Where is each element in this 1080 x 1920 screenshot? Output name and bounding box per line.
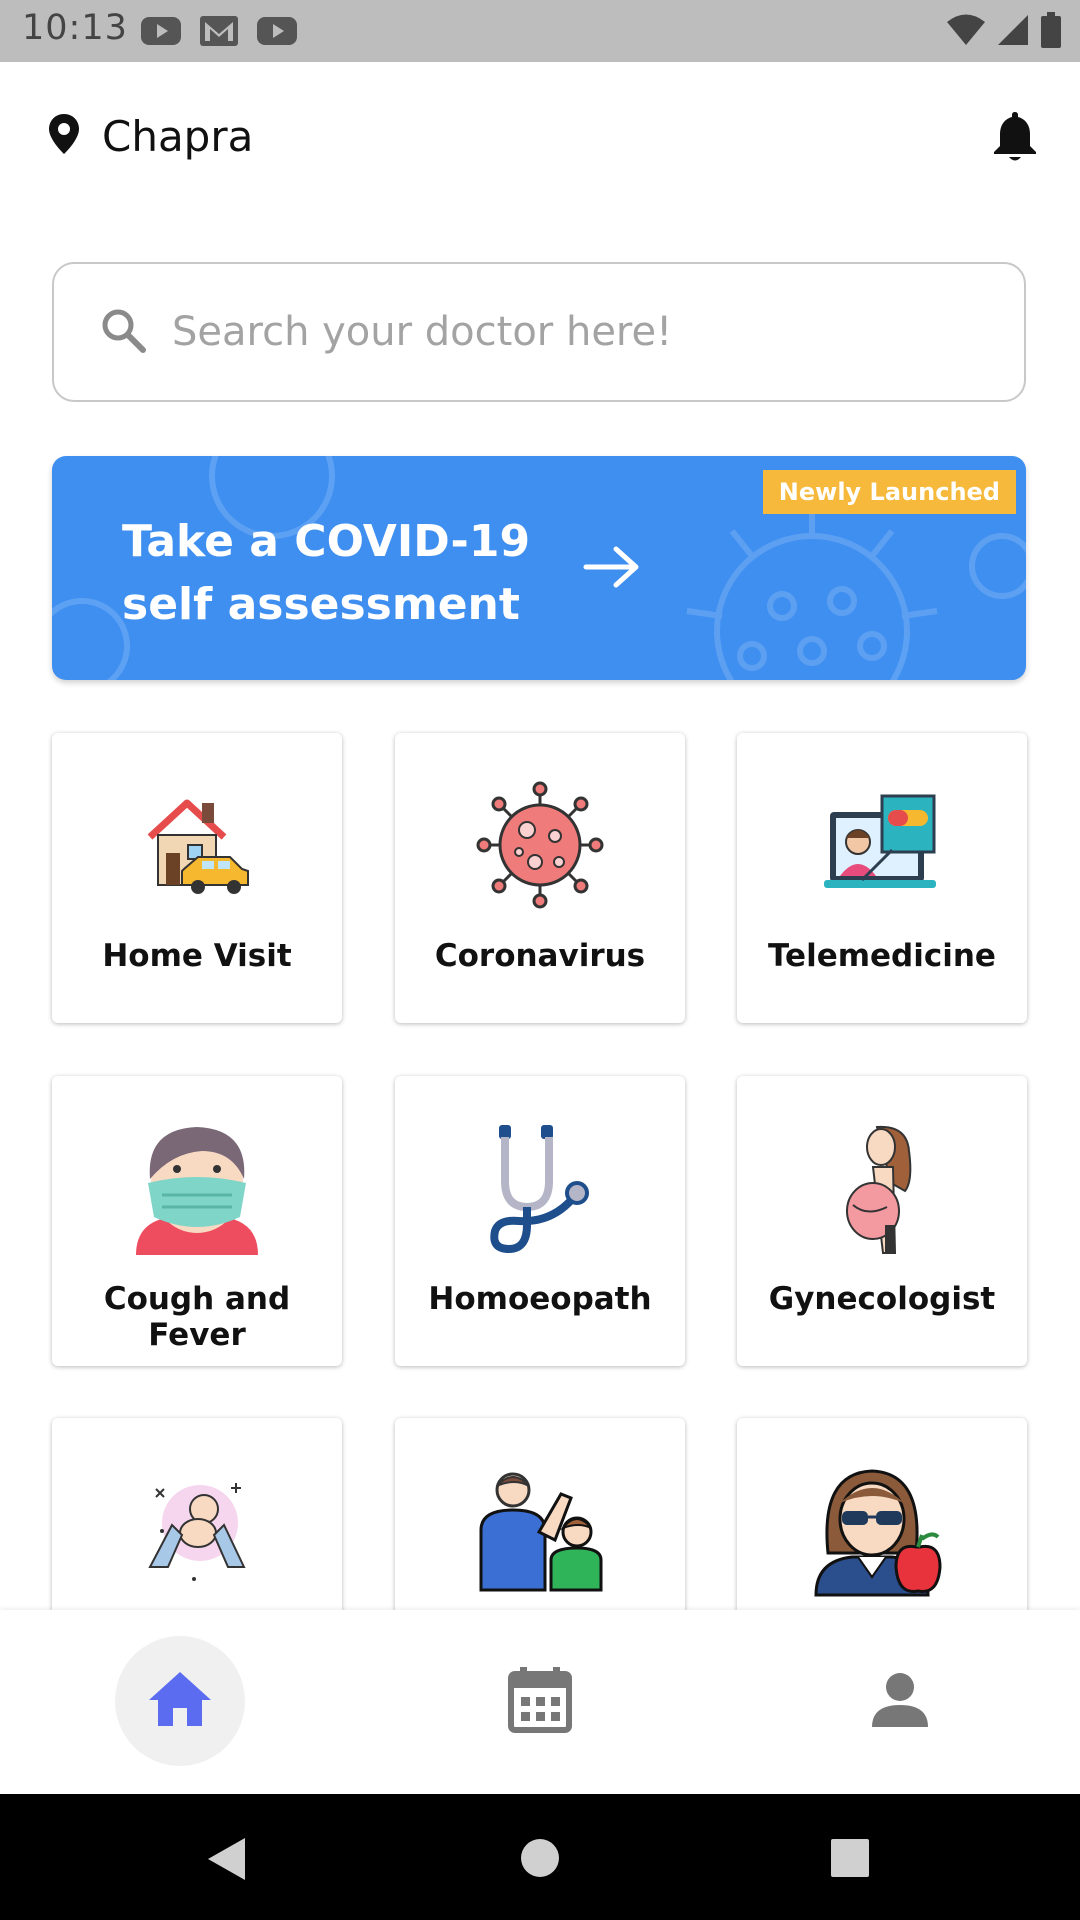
masked-person-icon bbox=[52, 1118, 342, 1258]
category-card-gynecologist[interactable]: Gynecologist bbox=[737, 1076, 1027, 1366]
banner-title-line1: Take a COVID-19 bbox=[122, 516, 531, 567]
category-card-cough-and-fever[interactable]: Cough and Fever bbox=[52, 1076, 342, 1366]
search-input[interactable] bbox=[170, 308, 954, 356]
status-time: 10:13 bbox=[22, 8, 128, 48]
virus-icon bbox=[395, 775, 685, 915]
arrow-right-icon bbox=[582, 542, 642, 597]
bottom-navigation bbox=[0, 1610, 1080, 1794]
map-pin-icon bbox=[48, 113, 80, 160]
back-icon[interactable] bbox=[205, 1836, 247, 1887]
doctor-child-icon bbox=[395, 1460, 685, 1600]
nav-profile[interactable] bbox=[835, 1636, 965, 1766]
search-box[interactable] bbox=[52, 262, 1026, 402]
battery-icon bbox=[1040, 12, 1062, 53]
telemedicine-icon bbox=[737, 775, 1027, 915]
covid-assessment-banner[interactable]: Take a COVID-19 self assessment Newly La… bbox=[52, 456, 1026, 680]
location-selector[interactable]: Chapra bbox=[48, 112, 253, 161]
category-label: Gynecologist bbox=[768, 1281, 996, 1317]
signal-icon bbox=[996, 13, 1030, 52]
banner-title: Take a COVID-19 self assessment bbox=[122, 510, 530, 636]
nav-appointments[interactable] bbox=[475, 1636, 605, 1766]
newly-launched-badge: Newly Launched bbox=[762, 470, 1016, 514]
status-bar: 10:13 bbox=[0, 0, 1080, 62]
youtube-icon bbox=[140, 14, 182, 53]
pregnant-woman-icon bbox=[737, 1118, 1027, 1258]
category-label: Coronavirus bbox=[434, 938, 646, 974]
category-card-coronavirus[interactable]: Coronavirus bbox=[395, 733, 685, 1023]
category-label: Telemedicine bbox=[768, 938, 996, 974]
home-button-icon[interactable] bbox=[520, 1838, 560, 1883]
category-label: Cough and Fever bbox=[103, 1281, 291, 1353]
search-icon bbox=[100, 307, 146, 358]
bell-icon[interactable] bbox=[990, 108, 1040, 169]
youtube-icon bbox=[256, 14, 298, 53]
banner-title-line2: self assessment bbox=[122, 579, 520, 630]
category-label: Homoeopath bbox=[428, 1281, 652, 1317]
home-icon bbox=[147, 1670, 213, 1733]
location-name: Chapra bbox=[102, 112, 254, 161]
wifi-icon bbox=[946, 13, 986, 52]
system-navigation-bar bbox=[0, 1794, 1080, 1920]
stethoscope-icon bbox=[395, 1118, 685, 1258]
category-card-homoeopath[interactable]: Homoeopath bbox=[395, 1076, 685, 1366]
category-card-telemedicine[interactable]: Telemedicine bbox=[737, 733, 1027, 1023]
calendar-icon bbox=[508, 1665, 572, 1738]
baby-hands-icon bbox=[52, 1460, 342, 1600]
recents-icon[interactable] bbox=[830, 1838, 870, 1883]
gmail-icon bbox=[198, 14, 240, 53]
nav-home[interactable] bbox=[115, 1636, 245, 1766]
category-label: Home Visit bbox=[102, 938, 292, 974]
category-card-home-visit[interactable]: Home Visit bbox=[52, 733, 342, 1023]
house-car-icon bbox=[52, 775, 342, 915]
nutritionist-apple-icon bbox=[737, 1460, 1027, 1600]
person-icon bbox=[870, 1671, 930, 1732]
